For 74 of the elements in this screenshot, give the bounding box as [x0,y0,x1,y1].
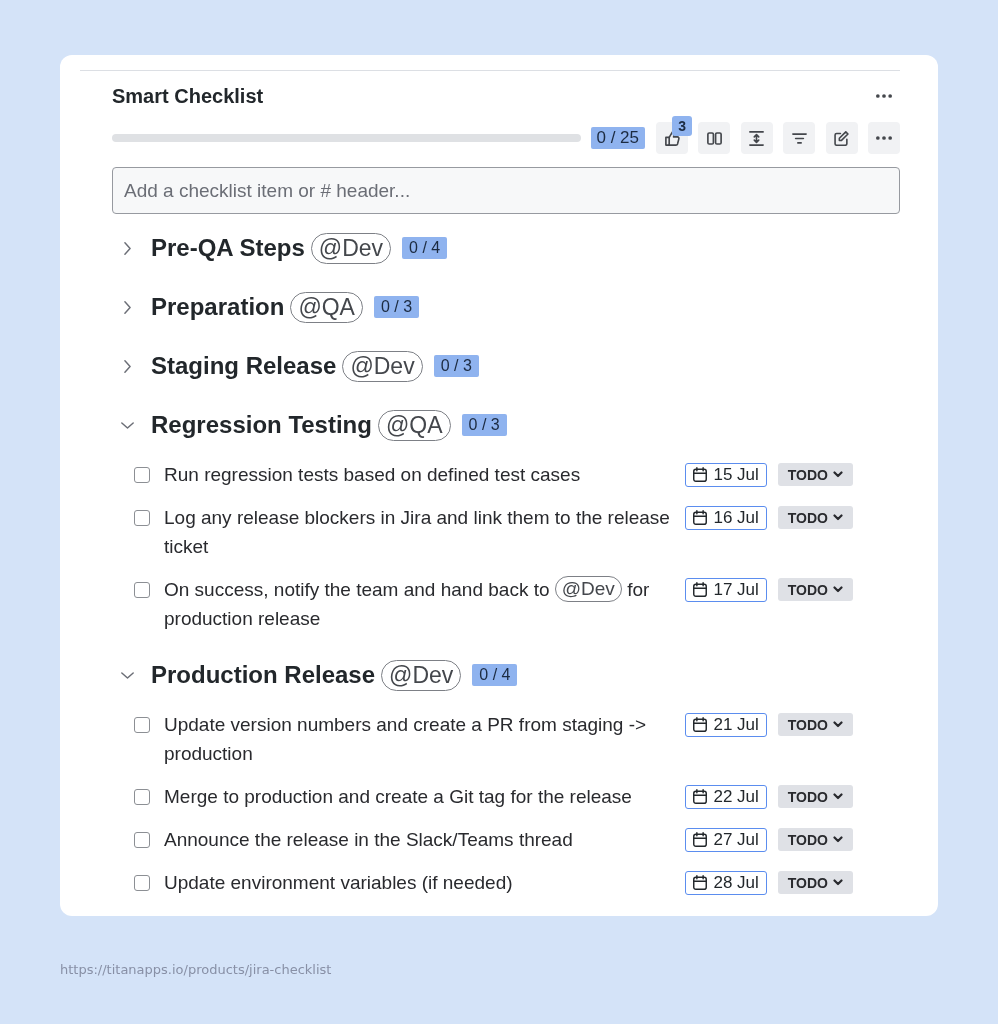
chevron-down-icon [833,836,843,843]
section-title: Preparation [151,293,285,321]
status-dropdown[interactable]: TODO [777,578,853,601]
status-dropdown[interactable]: TODO [777,785,853,808]
chevron-right-icon[interactable] [123,359,131,373]
columns-icon [706,131,722,145]
item-text: Update environment variables (if needed) [164,871,514,895]
progress-count: 0 / 3 [461,414,507,436]
chevron-down-icon [833,514,843,521]
due-date-button[interactable]: 21 Jul [685,712,767,737]
chevron-down-icon[interactable] [120,671,134,679]
progress-count: 0 / 3 [433,355,479,377]
status-dropdown[interactable]: TODO [777,463,853,486]
checkbox[interactable] [134,788,150,805]
checkbox[interactable] [134,831,150,848]
item-text: Run regression tests based on defined test cases [164,463,582,487]
source-url: https://titanapps.io/products/jira-checklist [60,962,333,978]
calendar-icon [693,582,708,597]
due-date-button[interactable]: 27 Jul [685,827,767,852]
more-icon[interactable] [876,94,892,98]
checkbox[interactable] [134,466,150,483]
due-date-button[interactable]: 28 Jul [685,870,767,895]
calendar-icon [693,832,708,847]
section-title: Staging Release [151,352,337,380]
calendar-icon [693,510,708,525]
progress-count: 0 / 3 [373,296,420,318]
status-dropdown[interactable]: TODO [777,871,853,894]
vertical-expand-icon [749,130,765,146]
section-title: Production Release [151,661,376,689]
chevron-down-icon [833,879,843,886]
item-text: Log any release blockers in Jira and link them to the release ticket [164,506,671,559]
chevron-right-icon[interactable] [123,241,131,255]
status-dropdown[interactable]: TODO [777,828,853,851]
edit-button[interactable] [825,122,858,154]
item-text: Update version numbers and create a PR from staging -> production [164,713,648,766]
checkbox[interactable] [134,874,150,891]
progress-count: 0 / 25 [590,127,646,149]
add-item-field[interactable]: Add a checklist item or # header... [112,167,900,214]
calendar-icon [693,789,708,804]
progress-count: 0 / 4 [402,237,448,259]
chevron-down-icon [833,471,843,478]
section-title: Pre-QA Steps [151,234,305,262]
chevron-right-icon[interactable] [123,300,131,314]
count-badge: 3 [672,116,693,136]
due-date-button[interactable]: 22 Jul [685,784,767,809]
checkbox[interactable] [134,581,150,598]
columns-button[interactable] [698,122,731,154]
chevron-down-icon [833,721,843,728]
card-title: Smart Checklist [112,84,264,108]
filter-button[interactable] [783,122,816,154]
item-text: On success, notify the team and hand back to @Dev for production release [164,575,651,631]
chevron-down-icon [833,586,843,593]
calendar-icon [693,875,708,890]
more-icon [876,136,892,140]
calendar-icon [693,467,708,482]
vertical-expand-button[interactable] [740,122,773,154]
due-date-button[interactable]: 15 Jul [685,462,767,487]
due-date-button[interactable]: 17 Jul [685,577,767,602]
checkbox[interactable] [134,509,150,526]
edit-icon [834,130,850,146]
section-title: Regression Testing [151,411,372,439]
more-button[interactable] [868,122,900,154]
checkbox[interactable] [134,716,150,733]
progress-count: 0 / 4 [472,664,518,686]
chevron-down-icon [833,793,843,800]
calendar-icon [693,717,708,732]
thumbs-up-icon [664,130,680,146]
item-text: Merge to production and create a Git tag for the release [164,785,633,809]
filter-icon [791,132,807,144]
item-text: Announce the release in the Slack/Teams thread [164,828,574,852]
status-dropdown[interactable]: TODO [777,713,853,736]
chevron-down-icon[interactable] [120,421,134,429]
status-dropdown[interactable]: TODO [777,506,853,529]
due-date-button[interactable]: 16 Jul [685,505,767,530]
